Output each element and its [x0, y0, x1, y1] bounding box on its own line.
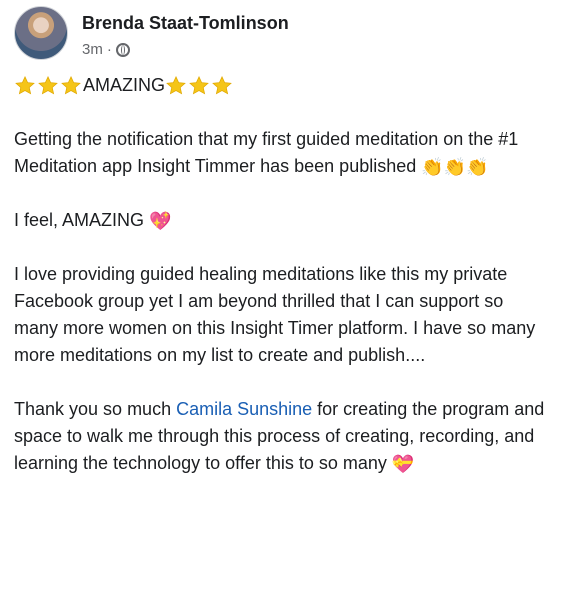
paragraph-2-text: I feel, AMAZING — [14, 210, 145, 230]
avatar[interactable] — [14, 6, 68, 60]
headline-text: AMAZING — [83, 75, 166, 95]
paragraph-3-text: I love providing guided healing meditati… — [14, 264, 536, 365]
post-meta: Brenda Staat-Tomlinson 3m · — [82, 6, 289, 58]
post-header: Brenda Staat-Tomlinson 3m · — [14, 6, 289, 60]
star-emoji — [61, 75, 81, 94]
mention-link[interactable]: Camila Sunshine — [176, 399, 312, 419]
clapping-hands-emoji: 👏 — [466, 157, 489, 178]
paragraph-4: Thank you so much Camila Sunshine for cr… — [14, 396, 551, 477]
paragraph-3: I love providing guided healing meditati… — [14, 261, 551, 369]
paragraph-4-text-before: Thank you so much — [14, 399, 177, 419]
star-emoji — [189, 75, 209, 94]
heart-with-ribbon-emoji: 💝 — [391, 454, 415, 475]
star-emoji — [212, 75, 232, 94]
globe-icon[interactable] — [115, 42, 130, 57]
headline-line: AMAZING — [14, 72, 551, 99]
clapping-hands-emoji: 👏 — [421, 157, 444, 178]
clapping-hands-emoji: 👏 — [443, 157, 467, 178]
meta-separator: · — [106, 41, 112, 58]
star-emoji — [166, 75, 186, 94]
paragraph-2: I feel, AMAZING 💖 — [14, 207, 551, 234]
star-emoji — [38, 75, 58, 94]
star-emoji — [15, 75, 35, 94]
sparkling-heart-emoji: 💖 — [149, 211, 172, 232]
paragraph-1: Getting the notification that my first g… — [14, 126, 551, 180]
post-body: AMAZING Getting the notification that my… — [14, 72, 551, 504]
post-timestamp[interactable]: 3m — [82, 41, 103, 58]
facebook-post: Brenda Staat-Tomlinson 3m · AMAZING Gett… — [0, 0, 571, 595]
post-subline: 3m · — [82, 41, 289, 58]
author-name[interactable]: Brenda Staat-Tomlinson — [82, 12, 289, 34]
